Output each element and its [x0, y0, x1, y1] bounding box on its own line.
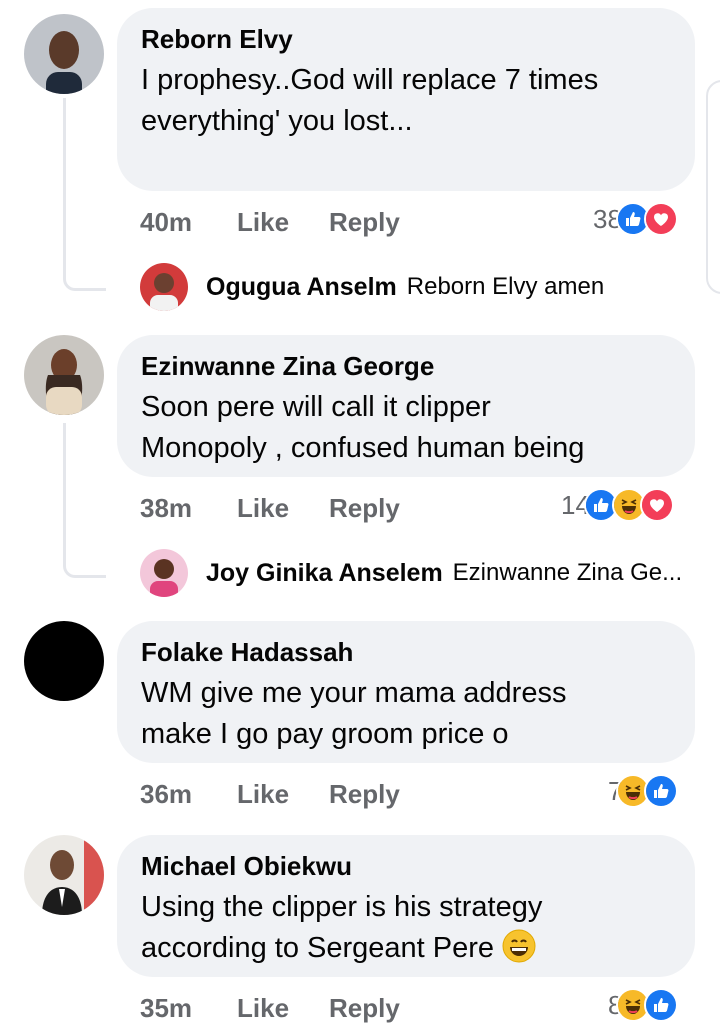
comment-text: WM give me your mama address make I go p…: [141, 677, 567, 750]
avatar[interactable]: [24, 835, 104, 915]
reply-button[interactable]: Reply: [329, 488, 400, 528]
reaction-summary[interactable]: 14: [561, 485, 674, 525]
comment-bubble: Ezinwanne Zina George Soon pere will cal…: [117, 335, 695, 477]
reaction-summary[interactable]: 38: [593, 199, 678, 239]
comment-text: Using the clipper is his strategy accord…: [141, 887, 671, 975]
comment-bubble: Folake Hadassah WM give me your mama add…: [117, 621, 695, 763]
love-icon: [643, 202, 678, 236]
comment-text-body: Using the clipper is his strategy accord…: [141, 891, 543, 964]
grinning-emoji-icon: [502, 929, 536, 975]
reply-button[interactable]: Reply: [329, 774, 400, 814]
avatar: [140, 263, 188, 311]
reaction-summary[interactable]: 7: [608, 771, 679, 811]
comment-time[interactable]: 36m: [140, 774, 192, 814]
avatar: [140, 549, 188, 597]
reply-text: Reborn Elvy amen: [406, 273, 605, 300]
thread-connector: [63, 423, 106, 578]
avatar[interactable]: [24, 621, 104, 701]
comment-author[interactable]: Ezinwanne Zina George: [141, 351, 671, 381]
thread-connector: [63, 98, 106, 291]
like-button[interactable]: Like: [237, 488, 289, 528]
comment-time[interactable]: 35m: [140, 988, 192, 1028]
reply-author[interactable]: Ogugua Anselm: [206, 273, 397, 302]
comment-author[interactable]: Reborn Elvy: [141, 24, 671, 54]
like-button[interactable]: Like: [237, 774, 289, 814]
comment-time[interactable]: 38m: [140, 488, 192, 528]
like-button[interactable]: Like: [237, 202, 289, 242]
reply-preview[interactable]: Ogugua Anselm Reborn Elvy amen: [140, 262, 604, 312]
offscreen-card-edge: [706, 80, 720, 294]
like-button[interactable]: Like: [237, 988, 289, 1028]
comment-text: I prophesy..God will replace 7 times eve…: [141, 64, 599, 137]
comment-time[interactable]: 40m: [140, 202, 192, 242]
reply-button[interactable]: Reply: [329, 988, 400, 1028]
reaction-summary[interactable]: 8: [608, 985, 679, 1025]
comment-author[interactable]: Folake Hadassah: [141, 637, 671, 667]
comment-bubble: Reborn Elvy I prophesy..God will replace…: [117, 8, 695, 191]
avatar[interactable]: [24, 335, 104, 415]
comment-author[interactable]: Michael Obiekwu: [141, 851, 671, 881]
reply-button[interactable]: Reply: [329, 202, 400, 242]
like-icon: [644, 988, 679, 1022]
comment-text: Soon pere will call it clipper Monopoly …: [141, 391, 585, 464]
reply-author[interactable]: Joy Ginika Anselem: [206, 559, 443, 588]
like-icon: [644, 774, 679, 808]
reply-text: Ezinwanne Zina Ge...: [452, 559, 683, 586]
comment-bubble: Michael Obiekwu Using the clipper is his…: [117, 835, 695, 977]
reply-preview[interactable]: Joy Ginika Anselem Ezinwanne Zina Ge...: [140, 548, 682, 598]
love-icon: [639, 488, 674, 522]
avatar[interactable]: [24, 14, 104, 94]
